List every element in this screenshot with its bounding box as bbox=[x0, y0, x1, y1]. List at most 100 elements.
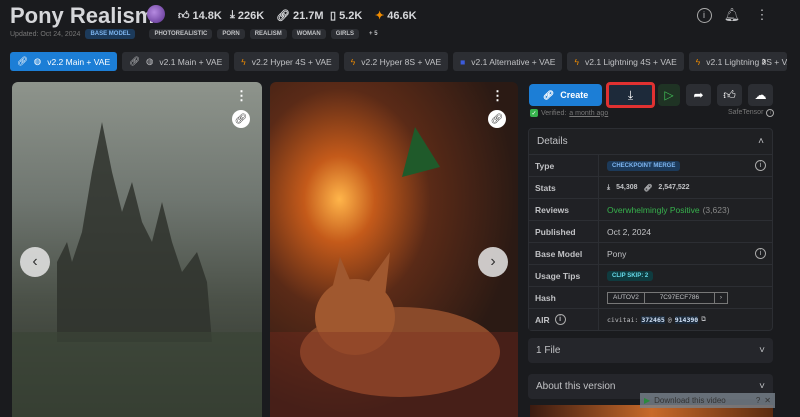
details-header[interactable]: Details ˄ bbox=[529, 129, 772, 154]
info-icon[interactable]: i bbox=[755, 248, 766, 259]
tab-label: v2.2 Hyper 8S + VAE bbox=[361, 56, 442, 67]
air-at: @ bbox=[667, 315, 672, 324]
bolt-icon: ϟ bbox=[574, 56, 579, 67]
next-image-button[interactable]: › bbox=[478, 247, 508, 277]
tab-label: v2.2 Hyper 4S + VAE bbox=[251, 56, 332, 67]
meta-row: Updated: Oct 24, 2024 BASE MODEL PHOTORE… bbox=[10, 29, 383, 39]
chevron-up-icon: ˄ bbox=[758, 136, 764, 147]
tabs-scroll-right[interactable]: › bbox=[762, 53, 766, 68]
check-icon: ✓ bbox=[530, 109, 538, 117]
reviews-link[interactable]: Overwhelmingly Positive bbox=[607, 205, 700, 215]
buzz-count: 46.6K bbox=[387, 9, 417, 22]
tab-version[interactable]: 🔗︎ ◍ v2.2 Main + VAE bbox=[10, 52, 118, 71]
air-version-id: 914390 bbox=[674, 315, 699, 324]
chevron-down-icon: ˅ bbox=[759, 345, 765, 356]
crystal-ball-icon bbox=[147, 5, 165, 23]
detail-row-published: Published Oct 2, 2024 bbox=[529, 220, 772, 242]
files-title: 1 File bbox=[536, 345, 561, 356]
info-icon: i bbox=[696, 7, 712, 23]
prev-image-button[interactable]: ‹ bbox=[20, 247, 50, 277]
detail-row-type: Type CHECKPOINT MERGE i bbox=[529, 154, 772, 176]
detail-row-reviews: Reviews Overwhelmingly Positive (3,623) bbox=[529, 198, 772, 220]
bolt-icon: ϟ bbox=[695, 56, 701, 67]
close-icon[interactable]: ✕ bbox=[764, 396, 771, 405]
tag[interactable]: GIRLS bbox=[330, 29, 360, 39]
bolt-icon: ϟ bbox=[241, 56, 246, 67]
tag[interactable]: PORN bbox=[217, 29, 245, 39]
updated-date: Updated: Oct 24, 2024 bbox=[10, 30, 81, 38]
buzz-stat: ✦ 46.6K bbox=[375, 9, 417, 23]
detail-label: Reviews bbox=[529, 199, 599, 220]
detail-label: Published bbox=[529, 221, 599, 242]
tab-version[interactable]: ϟ v2.1 Lightning 4S + VAE bbox=[567, 52, 684, 71]
help-icon[interactable]: ? bbox=[756, 396, 760, 405]
detail-label: Base Model bbox=[529, 243, 599, 264]
fox-illustration bbox=[270, 127, 518, 417]
download-video-overlay[interactable]: ▶ Download this video? ✕ bbox=[640, 393, 775, 408]
bolt-icon: ϟ bbox=[350, 56, 356, 67]
downloads-stat: ⤓ 226K bbox=[230, 9, 264, 22]
tab-version[interactable]: ϟ v2.2 Hyper 8S + VAE bbox=[343, 52, 449, 71]
info-button[interactable]: i bbox=[694, 5, 714, 25]
download-button[interactable]: ⤓ bbox=[606, 82, 655, 108]
more-tags[interactable]: + 5 bbox=[364, 29, 383, 39]
notify-button[interactable]: 🔔︎ bbox=[722, 5, 742, 25]
link-icon: 🔗︎ bbox=[276, 10, 290, 22]
version-tabs: 🔗︎ ◍ v2.2 Main + VAE 🔗︎ ◍ v2.1 Main + VAE ϟv… bbox=[10, 52, 787, 71]
page-title: Pony Realism bbox=[10, 3, 155, 28]
detail-label: AIR bbox=[535, 314, 550, 325]
share-button[interactable]: ➦ bbox=[686, 84, 711, 106]
clip-skip-badge: CLIP SKIP: 2 bbox=[607, 270, 654, 281]
like-button[interactable]: 👍︎ bbox=[717, 84, 742, 106]
files-section[interactable]: 1 File ˅ bbox=[528, 338, 773, 363]
stat-downloads: 54,308 bbox=[616, 184, 638, 191]
bookmark-icon: ▯ bbox=[330, 10, 337, 22]
gallery-image-castle[interactable]: ‹ ⋮ 🔗︎ bbox=[12, 82, 262, 417]
cloud-icon: ☁︎ bbox=[754, 88, 767, 102]
copy-icon[interactable]: ⧉ bbox=[701, 315, 706, 324]
bookmarks-stat: ▯ 5.2K bbox=[330, 9, 363, 23]
tab-version[interactable]: ■ v2.1 Alternative + VAE bbox=[453, 52, 563, 71]
hash-value[interactable]: 7C97ECF786 bbox=[645, 292, 715, 303]
create-button[interactable]: 🔗︎ Create bbox=[529, 84, 602, 106]
download-icon: ⤓ bbox=[627, 87, 634, 102]
bell-plus-icon: 🔔︎ bbox=[723, 7, 741, 22]
hash-box[interactable]: AUTOV2 7C97ECF786 › bbox=[607, 291, 729, 304]
info-icon[interactable]: i bbox=[755, 160, 766, 171]
air-prefix: civitai: bbox=[607, 315, 639, 324]
tag[interactable]: REALISM bbox=[249, 29, 287, 39]
run-button[interactable]: ▷ bbox=[658, 84, 680, 106]
play-icon: ▶ bbox=[644, 396, 651, 405]
likes-count: 14.8K bbox=[192, 9, 222, 22]
base-model-badge: BASE MODEL bbox=[85, 29, 136, 39]
image-menu-button[interactable]: ⋮ bbox=[235, 88, 248, 104]
link-icon: 🔗︎ bbox=[542, 89, 555, 100]
tag[interactable]: WOMAN bbox=[291, 29, 326, 39]
cloud-button[interactable]: ☁︎ bbox=[748, 84, 773, 106]
verified-time[interactable]: a month ago bbox=[569, 110, 608, 117]
type-badge: CHECKPOINT MERGE bbox=[607, 160, 681, 171]
more-button[interactable]: ⋮ bbox=[752, 5, 772, 25]
tab-version[interactable]: 🔗︎ ◍ v2.1 Main + VAE bbox=[122, 52, 230, 71]
tab-version[interactable]: ϟ v2.2 Hyper 4S + VAE bbox=[234, 52, 339, 71]
remix-button[interactable]: 🔗︎ bbox=[488, 110, 506, 128]
castle-illustration bbox=[12, 122, 262, 417]
gallery-image-fox[interactable]: › ⋮ 🔗︎ bbox=[270, 82, 518, 417]
chevron-right-icon[interactable]: › bbox=[715, 293, 727, 303]
info-icon[interactable]: i bbox=[766, 109, 775, 117]
bookmarks-count: 5.2K bbox=[339, 9, 363, 22]
detail-label: Usage Tips bbox=[529, 265, 599, 286]
download-icon: ⤓ bbox=[607, 183, 611, 191]
base-model-value: Pony bbox=[607, 248, 627, 259]
tag[interactable]: PHOTOREALISTIC bbox=[149, 29, 213, 39]
detail-row-base-model: Base Model Pony i bbox=[529, 242, 772, 264]
download-icon: ⤓ bbox=[230, 9, 235, 21]
image-menu-button[interactable]: ⋮ bbox=[491, 88, 504, 104]
more-vertical-icon: ⋮ bbox=[755, 7, 769, 22]
air-model-id: 372465 bbox=[641, 315, 665, 324]
detail-label: Hash bbox=[529, 287, 599, 308]
info-icon[interactable]: i bbox=[554, 314, 566, 325]
remix-button[interactable]: 🔗︎ bbox=[232, 110, 250, 128]
hash-type[interactable]: AUTOV2 bbox=[608, 292, 645, 303]
tab-version[interactable]: ϟ v2.1 Lightning 8S + VAE bbox=[688, 52, 787, 71]
